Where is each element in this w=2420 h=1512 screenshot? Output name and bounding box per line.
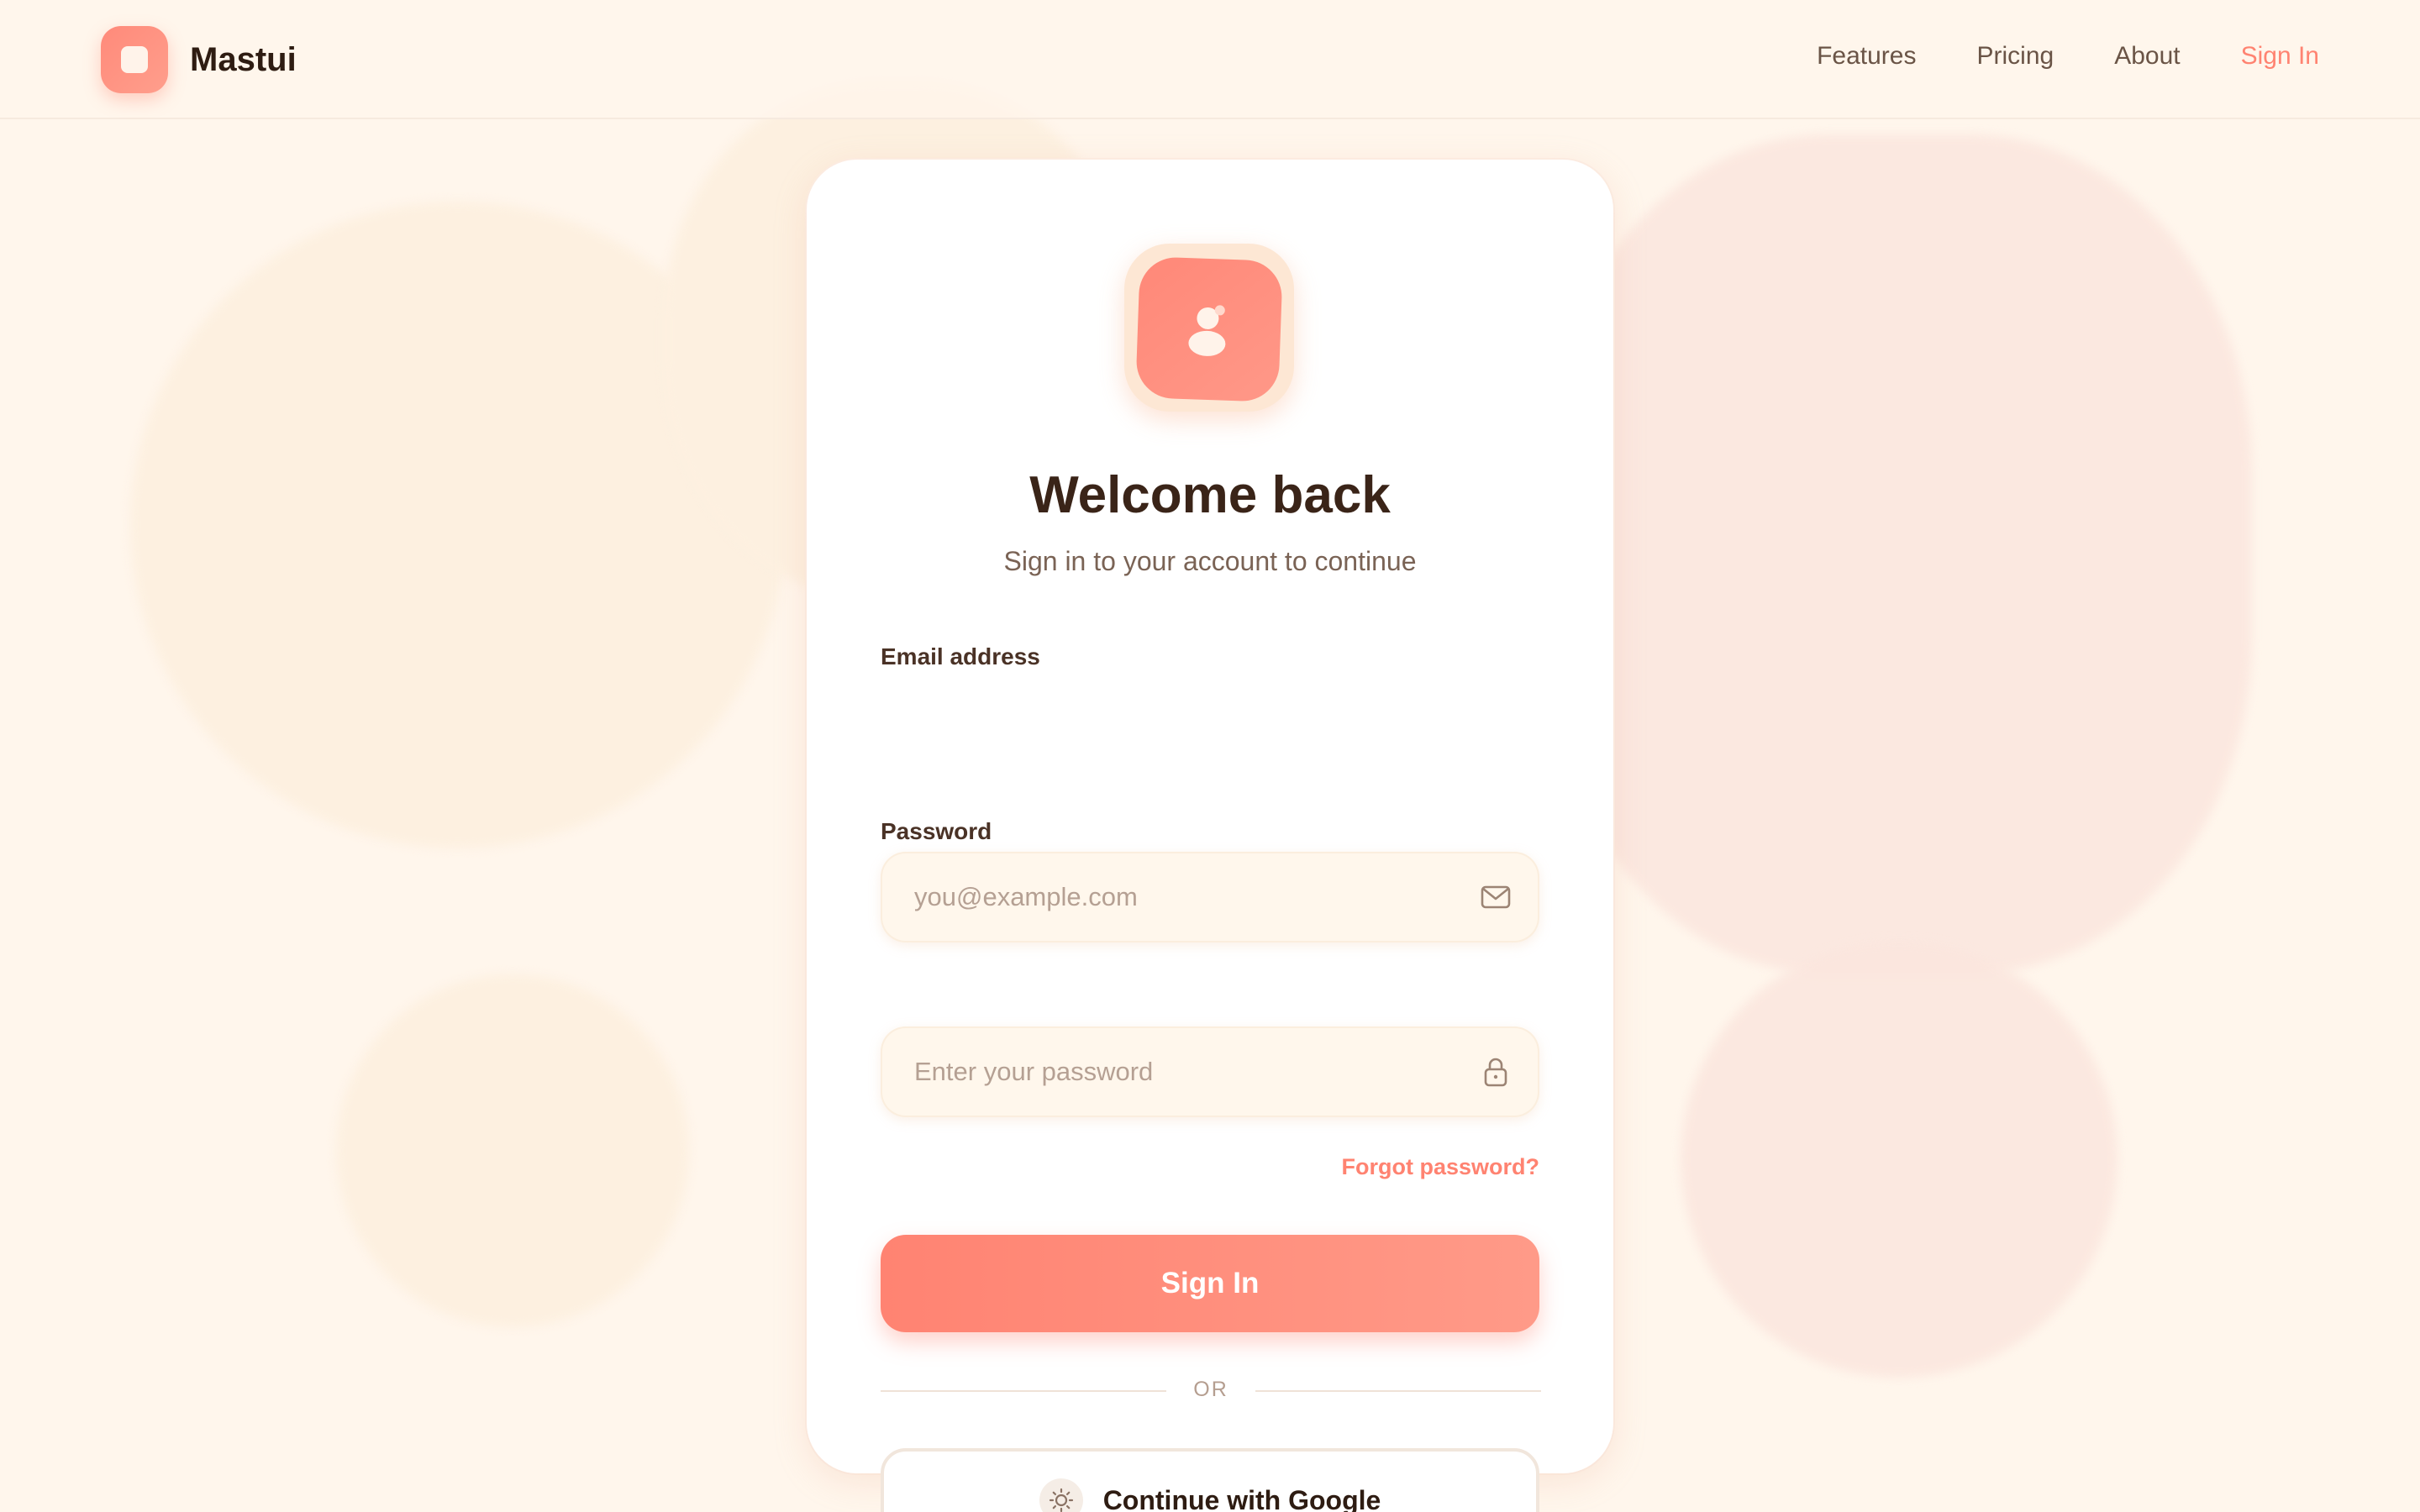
forgot-password-link[interactable]: Forgot password? (1342, 1154, 1540, 1180)
continue-with-google-button[interactable]: Continue with Google (881, 1448, 1539, 1512)
brand-link[interactable]: Mastui (101, 26, 297, 93)
lock-icon (1484, 1058, 1507, 1087)
email-field-wrapper (881, 852, 1539, 942)
nav-features-link[interactable]: Features (1817, 42, 1916, 71)
mail-icon (1481, 885, 1511, 909)
nav-about-link[interactable]: About (2114, 42, 2180, 71)
page-subtitle: Sign in to your account to continue (1003, 546, 1417, 576)
main-nav: Features Pricing About Sign In (1817, 42, 2319, 71)
nav-pricing-link[interactable]: Pricing (1976, 42, 2054, 71)
page-title: Welcome back (1029, 466, 1391, 524)
page: Mastui Features Pricing About Sign In We… (0, 0, 2420, 1512)
background-blob (1681, 941, 2118, 1378)
email-label: Email address (881, 643, 1040, 669)
password-input[interactable] (914, 1026, 1435, 1117)
google-button-label: Continue with Google (1102, 1484, 1381, 1512)
brand-name: Mastui (190, 40, 297, 78)
top-navbar: Mastui Features Pricing About Sign In (0, 0, 2420, 119)
app-logo-icon (101, 26, 168, 93)
divider-line (1255, 1390, 1541, 1392)
password-label: Password (881, 818, 992, 844)
user-avatar-icon (1135, 256, 1283, 402)
app-logo-mark (121, 46, 148, 73)
password-field-wrapper (881, 1026, 1539, 1117)
avatar-badge (1124, 244, 1294, 412)
background-blob (1546, 134, 2252, 974)
sign-in-button[interactable]: Sign In (881, 1235, 1539, 1332)
or-divider: OR (881, 1376, 1541, 1406)
login-card: Welcome back Sign in to your account to … (807, 160, 1613, 1512)
google-icon (1039, 1478, 1083, 1512)
email-input[interactable] (914, 852, 1435, 942)
background-blob (336, 974, 689, 1327)
nav-sign-in-link[interactable]: Sign In (2241, 42, 2319, 71)
